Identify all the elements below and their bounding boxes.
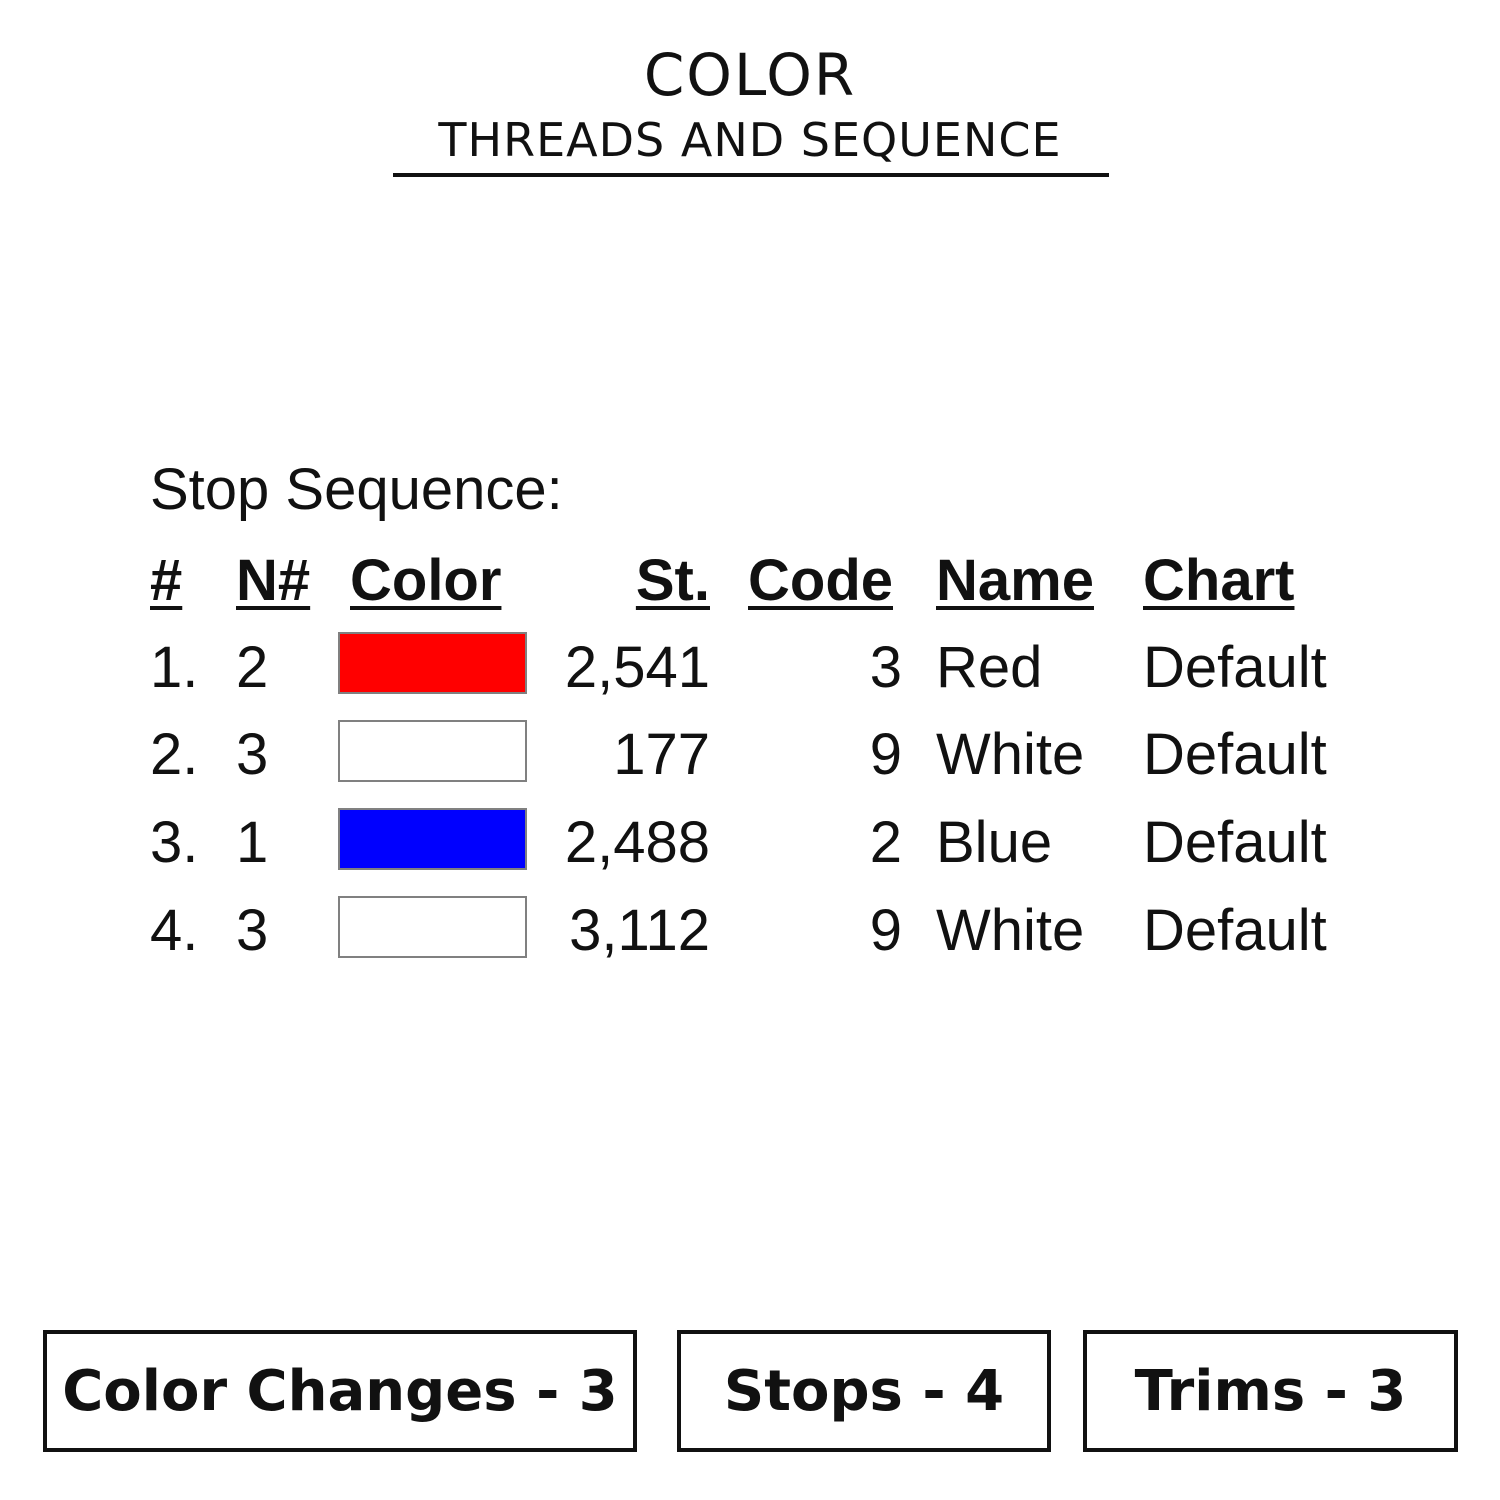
column-header-name: Name: [936, 548, 1094, 613]
row-name: White: [936, 898, 1085, 963]
row-chart: Default: [1143, 635, 1327, 700]
row-chart: Default: [1143, 898, 1327, 963]
color-changes-box: Color Changes - 3: [43, 1330, 637, 1452]
row-stitches: 2,488: [564, 810, 710, 875]
trims-box: Trims - 3: [1083, 1330, 1458, 1452]
row-color-swatch: [338, 720, 527, 782]
row-name: Red: [936, 635, 1043, 700]
row-needle: 2: [236, 635, 269, 700]
page-subtitle: THREADS AND SEQUENCE: [438, 113, 1062, 167]
row-color-swatch: [338, 632, 527, 694]
row-code: 3: [869, 635, 902, 700]
row-chart: Default: [1143, 722, 1327, 787]
column-header-color: Color: [350, 548, 502, 613]
column-header-chart: Chart: [1143, 548, 1295, 613]
row-stitches: 177: [613, 722, 710, 787]
row-index: 3.: [150, 810, 199, 875]
row-color-swatch: [338, 808, 527, 870]
column-header-stitches: St.: [635, 548, 710, 613]
row-needle: 3: [236, 722, 269, 787]
row-needle: 3: [236, 898, 269, 963]
title-underline: [393, 173, 1109, 177]
row-code: 9: [869, 898, 902, 963]
stops-box: Stops - 4: [677, 1330, 1051, 1452]
row-index: 2.: [150, 722, 199, 787]
row-code: 9: [869, 722, 902, 787]
stop-sequence-heading: Stop Sequence:: [150, 457, 563, 522]
column-header-code: Code: [748, 548, 893, 613]
page-title: COLOR: [643, 41, 857, 109]
row-stitches: 2,541: [564, 635, 710, 700]
row-name: White: [936, 722, 1085, 787]
column-header-needle: N#: [236, 548, 311, 613]
row-stitches: 3,112: [569, 898, 710, 963]
row-index: 1.: [150, 635, 199, 700]
row-color-swatch: [338, 896, 527, 958]
column-header-index: #: [150, 548, 183, 613]
row-name: Blue: [936, 810, 1053, 875]
row-chart: Default: [1143, 810, 1327, 875]
row-needle: 1: [236, 810, 269, 875]
row-index: 4.: [150, 898, 199, 963]
row-code: 2: [869, 810, 902, 875]
